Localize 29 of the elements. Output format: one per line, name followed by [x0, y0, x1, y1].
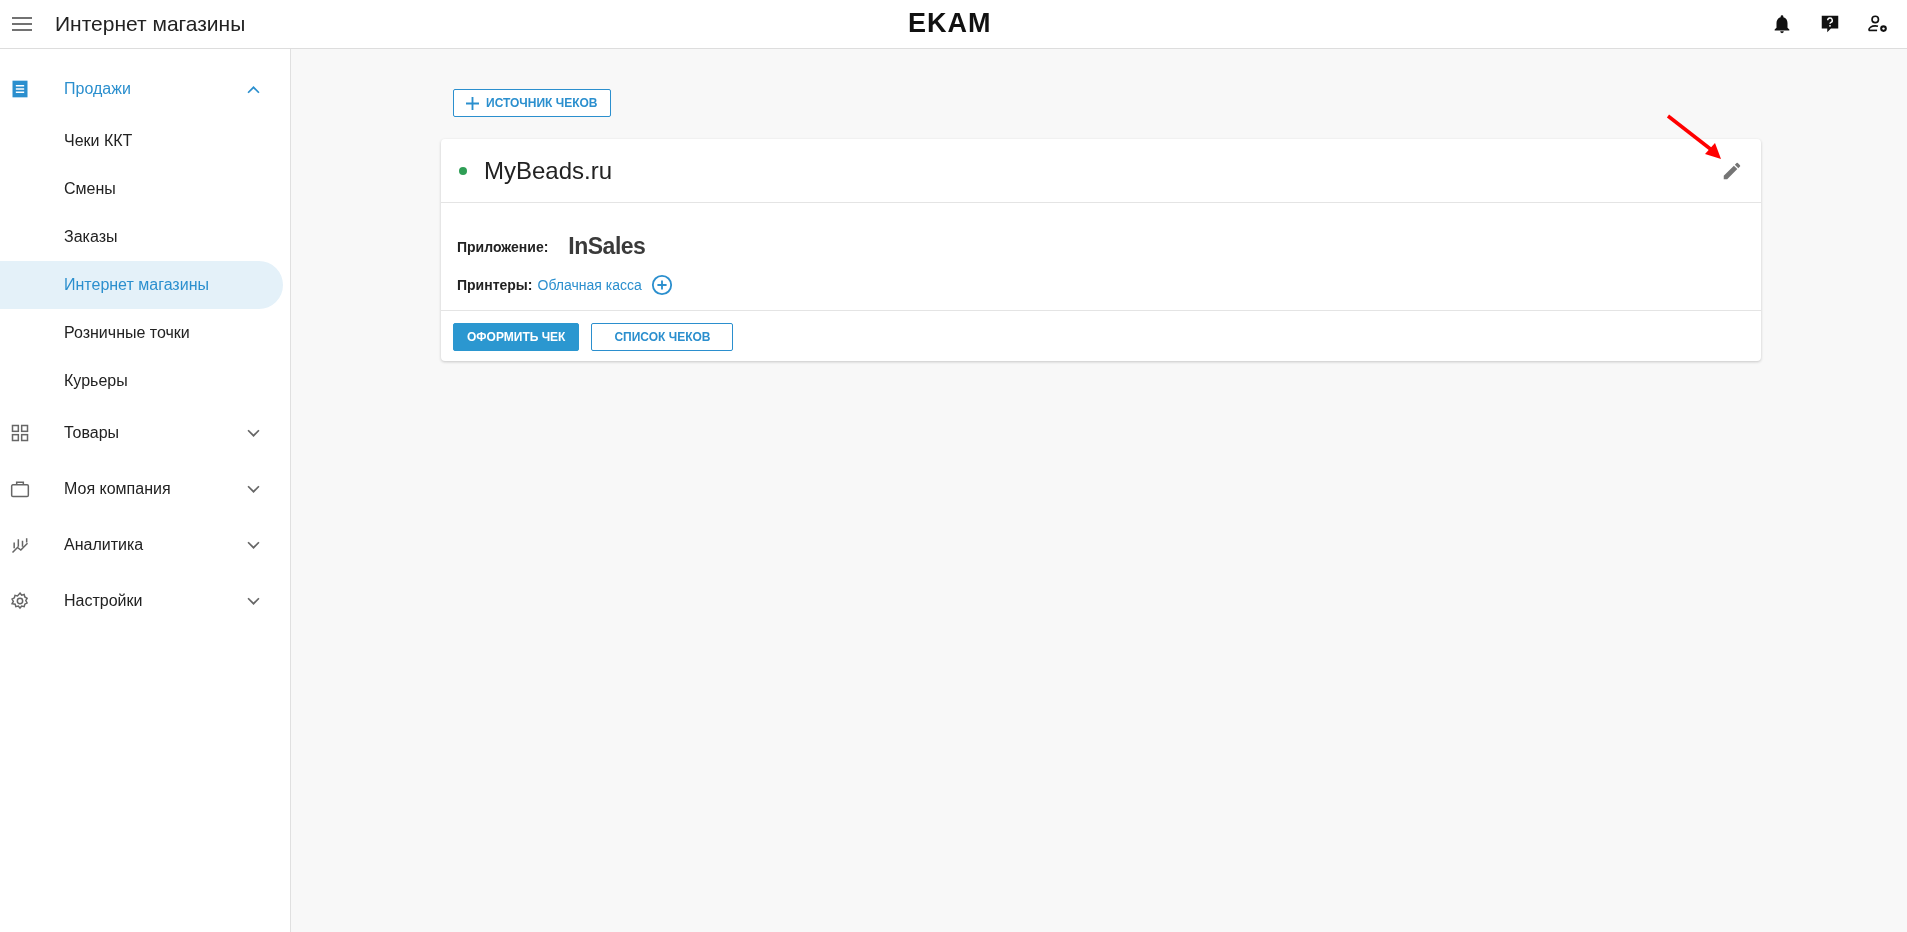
sidebar-item[interactable]: Товары: [0, 405, 290, 461]
user-settings-icon[interactable]: [1867, 13, 1889, 35]
receipts-list-button[interactable]: СПИСОК ЧЕКОВ: [591, 323, 734, 351]
sidebar-subitem[interactable]: Розничные точки: [0, 309, 283, 357]
printer-link[interactable]: Облачная касса: [537, 277, 642, 293]
sidebar-subitem[interactable]: Чеки ККТ: [0, 117, 283, 165]
receipt-icon: [10, 79, 30, 99]
add-printer-icon[interactable]: [650, 274, 673, 296]
sidebar-subitem[interactable]: Курьеры: [0, 357, 283, 405]
sidebar-item[interactable]: Продажи: [0, 61, 290, 117]
briefcase-icon: [10, 479, 30, 499]
sidebar-item[interactable]: Настройки: [0, 573, 290, 629]
sidebar-item[interactable]: Моя компания: [0, 461, 290, 517]
sidebar-subitem[interactable]: Смены: [0, 165, 283, 213]
app-logo: InSales: [568, 233, 646, 260]
settings-icon: [10, 591, 30, 611]
sidebar-subitem[interactable]: Заказы: [0, 213, 283, 261]
sidebar-item[interactable]: Аналитика: [0, 517, 290, 573]
menu-icon[interactable]: [12, 17, 32, 31]
printers-label: Принтеры:: [457, 277, 533, 293]
chart-icon: [10, 535, 30, 555]
store-name: MyBeads.ru: [484, 156, 614, 185]
grid-icon: [10, 423, 30, 443]
plus-icon: [466, 96, 479, 110]
app-label: Приложение:: [457, 238, 549, 255]
help-chat-icon[interactable]: [1819, 13, 1841, 35]
logo[interactable]: EKAM: [908, 8, 992, 39]
add-source-button[interactable]: ИСТОЧНИК ЧЕКОВ: [453, 89, 611, 117]
page-title: Интернет магазины: [55, 12, 246, 36]
